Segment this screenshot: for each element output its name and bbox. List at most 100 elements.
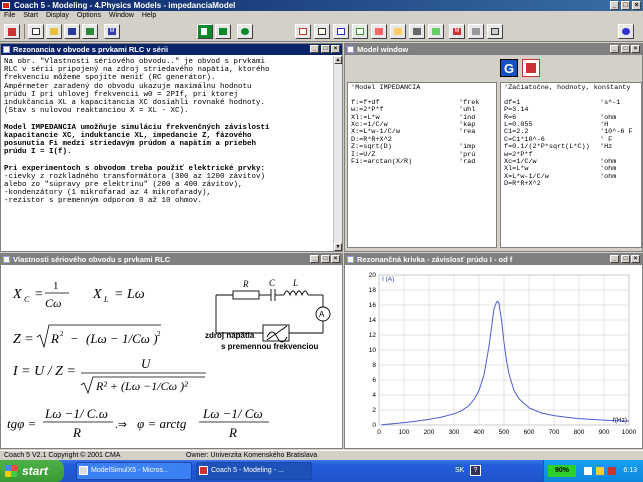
model-equations-pane[interactable]: 'Model IMPEDANCIA f:=f+df'frek w:=2*P*f'uh… [347, 82, 497, 248]
y-tick-label: 18 [369, 287, 377, 294]
meter-window-icon[interactable] [371, 24, 387, 39]
graph-window-icon-small [347, 256, 354, 263]
svg-text:Lω −1/ Cω: Lω −1/ Cω [202, 406, 263, 421]
model-icon[interactable]: M [104, 24, 120, 39]
save-as-icon[interactable] [82, 24, 98, 39]
y-tick-label: 6 [372, 377, 376, 384]
task-coach[interactable]: Coach 5 - Modeling - ... [196, 462, 312, 480]
save-icon[interactable] [64, 24, 80, 39]
app-icon [2, 2, 10, 9]
diagram-window-icon[interactable] [428, 24, 444, 39]
minimize-button[interactable]: _ [610, 1, 619, 10]
help-icon[interactable] [618, 24, 634, 39]
svg-text:−: − [71, 331, 78, 346]
language-indicator[interactable]: SK [455, 460, 464, 482]
text-window-title: Rezonancia v obvode s prvkami RLC v séri… [13, 45, 169, 54]
activity-icon[interactable] [468, 24, 484, 39]
help-tray-icon[interactable]: ? [470, 465, 481, 476]
svg-text:tgφ =: tgφ = [7, 416, 36, 431]
video-window-icon[interactable] [409, 24, 425, 39]
text-line: -cievky z rozkladného transformátora (30… [4, 172, 266, 181]
text-window-minimize[interactable]: _ [310, 45, 319, 53]
stop-icon[interactable] [237, 24, 253, 39]
circuit-label-l: L [292, 278, 298, 288]
open-icon[interactable] [46, 24, 62, 39]
resonance-chart[interactable]: 0 100 200 300 400 500 600 700 800 900 1000 0 2 4 6 8 10 1… [345, 265, 642, 449]
text-line: Na obr. "Vlastnosti sériového obvodu.." … [4, 58, 266, 66]
run-step-icon[interactable] [215, 24, 231, 39]
text-window-content[interactable]: Na obr. "Vlastnosti sériového obvodu.." … [1, 56, 332, 251]
x-tick-label: 800 [574, 429, 585, 436]
graph-window-title: Rezonančná krivka - závislosť prúdu I - … [357, 255, 513, 264]
graph-button[interactable]: G [500, 59, 518, 77]
clock[interactable]: 6:13 [623, 460, 637, 482]
text-line: indukčancia XL a kapacitancia XC dosiahl… [4, 99, 266, 108]
model-line: D=R*R+X^2 [504, 180, 541, 189]
text-line: RLC v sérii pripojený na zdroj striedavé… [4, 66, 270, 75]
menu-file[interactable]: File [4, 12, 15, 19]
menu-start[interactable]: Start [23, 12, 38, 19]
text-window-icon-small [3, 46, 10, 53]
svg-text:L: L [103, 295, 109, 304]
x-tick-label: 200 [424, 429, 435, 436]
network-icon[interactable] [584, 467, 592, 475]
model-initial-values-pane[interactable]: 'Začiatočne, hodnoty, konštanty df=1's^-1… [500, 82, 642, 248]
volume-icon[interactable] [596, 467, 604, 475]
model-window-close[interactable]: × [631, 45, 640, 53]
source-label-line1: zdroj napätia [205, 331, 255, 340]
model-m-icon[interactable]: M [449, 24, 465, 39]
svg-text:Cω: Cω [45, 296, 61, 310]
graph-window-maximize[interactable]: □ [621, 255, 630, 263]
new-icon[interactable] [28, 24, 44, 39]
table-window-icon[interactable] [352, 24, 368, 39]
layout-icon[interactable] [487, 24, 503, 39]
text-window-icon[interactable] [295, 24, 311, 39]
exit-icon[interactable] [4, 24, 20, 39]
graph-window-minimize[interactable]: _ [610, 255, 619, 263]
svg-text:R: R [228, 425, 237, 440]
text-line: prúdu I = I(f). [4, 148, 72, 157]
text-window-maximize[interactable]: □ [321, 45, 330, 53]
formula-window-minimize[interactable]: _ [310, 255, 319, 263]
model-mode-button[interactable] [522, 59, 540, 77]
close-button[interactable]: × [632, 1, 641, 10]
y-tick-label: 16 [369, 302, 377, 309]
text-window-titlebar: Rezonancia v obvode s prvkami RLC v séri… [1, 44, 342, 55]
menu-help[interactable]: Help [142, 12, 156, 19]
formula-window-icon-small [3, 256, 10, 263]
text-window-scrollbar[interactable]: ▲ ▼ [333, 56, 342, 251]
text-window-close[interactable]: × [331, 45, 340, 53]
task-modelsim[interactable]: ModelSimulX5 - Micros... [76, 462, 192, 480]
menu-options[interactable]: Options [77, 12, 101, 19]
svg-text:2: 2 [60, 330, 64, 338]
run-icon[interactable] [197, 24, 213, 39]
y-tick-label: 12 [369, 332, 377, 339]
model-window-maximize[interactable]: □ [621, 45, 630, 53]
antivirus-icon[interactable] [608, 467, 616, 475]
text-line: Ampérmeter zaradený do obvodu ukazuje ma… [4, 82, 252, 91]
text-line: kapacitancie XC, induktancie XL, impedan… [4, 131, 252, 140]
model-window-icon[interactable] [314, 24, 330, 39]
graph-window-icon[interactable] [333, 24, 349, 39]
start-button[interactable]: start [0, 460, 64, 482]
x-tick-label: 300 [449, 429, 460, 436]
x-tick-label: 700 [549, 429, 560, 436]
text-window: Rezonancia v obvode s prvkami RLC v séri… [0, 43, 343, 252]
text-line: -rezistor s premenným odporom 0 až 10 oh… [4, 197, 203, 206]
picture-window-icon[interactable] [390, 24, 406, 39]
battery-indicator[interactable]: 90% [548, 465, 576, 477]
y-tick-label: 4 [372, 392, 376, 399]
x-tick-label: 400 [474, 429, 485, 436]
formula-window-maximize[interactable]: □ [321, 255, 330, 263]
graph-window-close[interactable]: × [631, 255, 640, 263]
maximize-button[interactable]: □ [621, 1, 630, 10]
x-tick-label: 600 [524, 429, 535, 436]
circuit-label-a: A [319, 310, 325, 319]
menu-display[interactable]: Display [46, 12, 69, 19]
y-tick-label: 2 [372, 407, 376, 414]
text-line [4, 115, 329, 123]
y-tick-label: 0 [372, 422, 376, 429]
formula-window-close[interactable]: × [331, 255, 340, 263]
menu-window[interactable]: Window [109, 12, 134, 19]
model-window-minimize[interactable]: _ [610, 45, 619, 53]
